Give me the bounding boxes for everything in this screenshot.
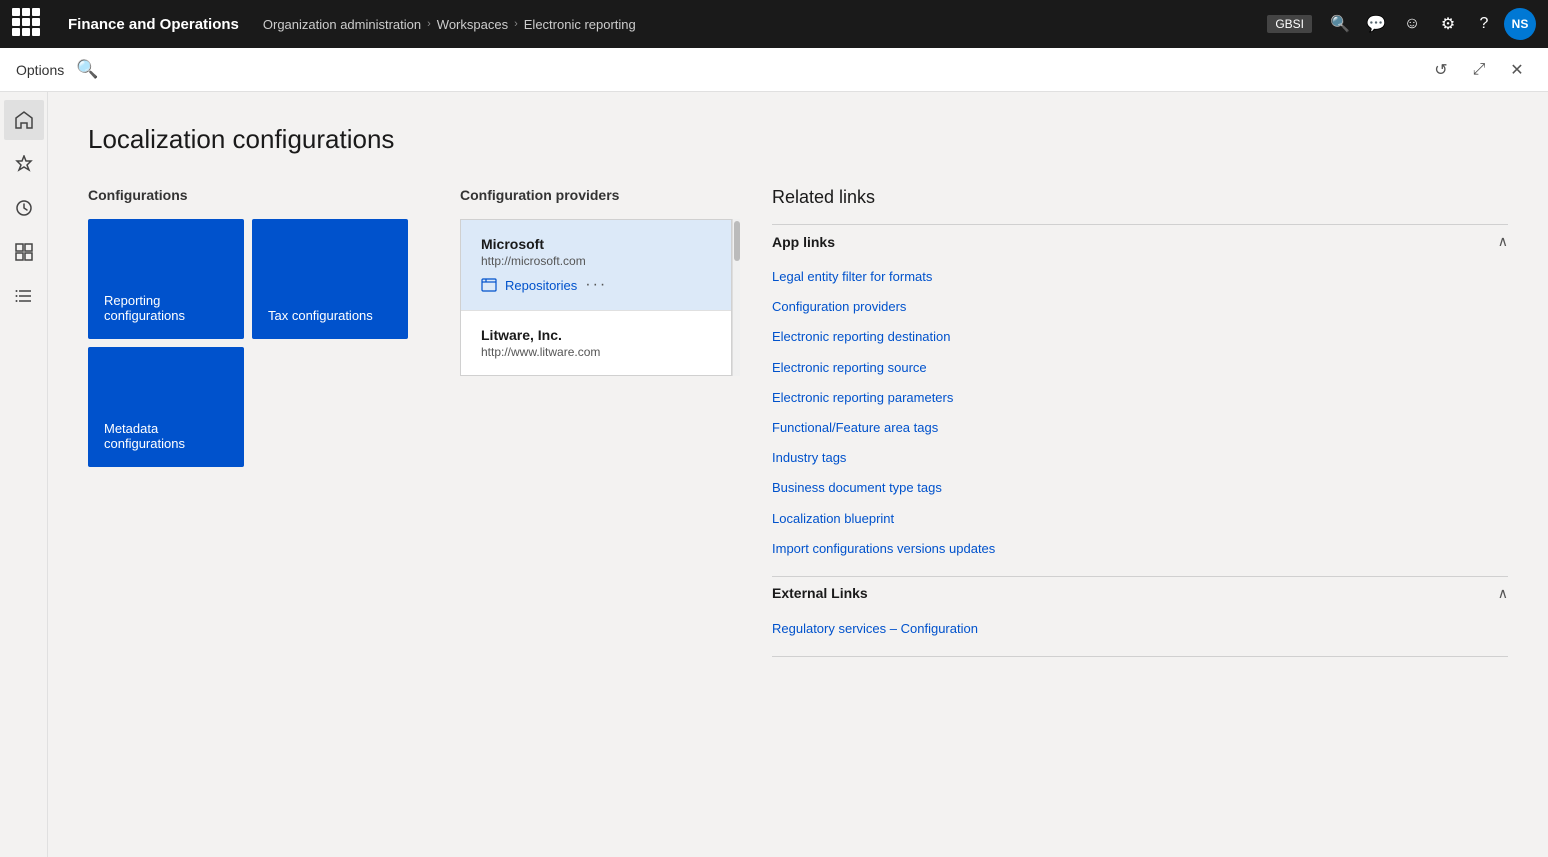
- sidebar-item-home[interactable]: [4, 100, 44, 140]
- external-links-header[interactable]: External Links ∧: [772, 576, 1508, 610]
- breadcrumb: Organization administration › Workspaces…: [263, 17, 1259, 32]
- repositories-link[interactable]: Repositories: [505, 278, 577, 293]
- providers-scrollbar-thumb: [734, 221, 740, 261]
- app-links-section: App links ∧ Legal entity filter for form…: [772, 224, 1508, 568]
- provider-microsoft-url: http://microsoft.com: [481, 254, 711, 268]
- company-badge[interactable]: GBSI: [1267, 15, 1312, 33]
- breadcrumb-org-admin[interactable]: Organization administration: [263, 17, 421, 32]
- tile-reporting[interactable]: Reporting configurations: [88, 219, 244, 339]
- refresh-icon[interactable]: ↺: [1426, 55, 1456, 85]
- provider-microsoft-actions: Repositories ···: [481, 276, 711, 294]
- smiley-icon[interactable]: ☺: [1396, 8, 1428, 40]
- link-localization-blueprint[interactable]: Localization blueprint: [772, 504, 1508, 534]
- breadcrumb-sep-2: ›: [514, 18, 518, 30]
- external-links-divider: [772, 656, 1508, 657]
- main-content: Localization configurations Configuratio…: [48, 92, 1548, 857]
- link-regulatory-services[interactable]: Regulatory services – Configuration: [772, 614, 1508, 644]
- link-er-source[interactable]: Electronic reporting source: [772, 353, 1508, 383]
- provider-litware[interactable]: Litware, Inc. http://www.litware.com: [461, 311, 731, 375]
- expand-icon[interactable]: ⤢: [1464, 55, 1494, 85]
- providers-section: Configuration providers Microsoft http:/…: [460, 187, 740, 376]
- sidebar-item-list[interactable]: [4, 276, 44, 316]
- providers-container: Microsoft http://microsoft.com Repositor…: [460, 219, 740, 376]
- main-layout: Localization configurations Configuratio…: [0, 92, 1548, 857]
- providers-heading: Configuration providers: [460, 187, 740, 203]
- top-bar: Finance and Operations Organization admi…: [0, 0, 1548, 48]
- options-label: Options: [16, 62, 64, 78]
- avatar[interactable]: NS: [1504, 8, 1536, 40]
- link-legal-entity[interactable]: Legal entity filter for formats: [772, 262, 1508, 292]
- link-config-providers[interactable]: Configuration providers: [772, 292, 1508, 322]
- external-links-title: External Links: [772, 585, 868, 601]
- close-icon[interactable]: ✕: [1502, 55, 1532, 85]
- provider-litware-url: http://www.litware.com: [481, 345, 711, 359]
- app-title: Finance and Operations: [52, 16, 255, 33]
- app-grid-icon[interactable]: [12, 8, 44, 40]
- more-options-dots[interactable]: ···: [585, 276, 607, 294]
- app-links-header[interactable]: App links ∧: [772, 224, 1508, 258]
- link-functional-tags[interactable]: Functional/Feature area tags: [772, 413, 1508, 443]
- sidebar-item-recent[interactable]: [4, 188, 44, 228]
- sidebar-item-favorites[interactable]: [4, 144, 44, 184]
- search-icon[interactable]: 🔍: [1324, 8, 1356, 40]
- app-links-title: App links: [772, 234, 835, 250]
- window-controls: ↺ ⤢ ✕: [1426, 55, 1532, 85]
- help-icon[interactable]: ?: [1468, 8, 1500, 40]
- page-title: Localization configurations: [88, 124, 1508, 155]
- app-links-chevron: ∧: [1498, 233, 1508, 250]
- providers-list: Microsoft http://microsoft.com Repositor…: [460, 219, 732, 376]
- tiles-grid: Reporting configurations Tax configurati…: [88, 219, 408, 467]
- external-links-chevron: ∧: [1498, 585, 1508, 602]
- provider-microsoft-name: Microsoft: [481, 236, 711, 252]
- tile-tax[interactable]: Tax configurations: [252, 219, 408, 339]
- options-search-icon[interactable]: 🔍: [76, 59, 98, 80]
- chat-icon[interactable]: 💬: [1360, 8, 1392, 40]
- options-bar: Options 🔍 ↺ ⤢ ✕: [0, 48, 1548, 92]
- app-links-list: Legal entity filter for formats Configur…: [772, 258, 1508, 568]
- link-industry-tags[interactable]: Industry tags: [772, 443, 1508, 473]
- external-links-list: Regulatory services – Configuration: [772, 610, 1508, 648]
- breadcrumb-workspaces[interactable]: Workspaces: [437, 17, 508, 32]
- breadcrumb-sep-1: ›: [427, 18, 431, 30]
- external-links-section: External Links ∧ Regulatory services – C…: [772, 576, 1508, 657]
- breadcrumb-electronic-reporting[interactable]: Electronic reporting: [524, 17, 636, 32]
- related-links-title: Related links: [772, 187, 1508, 208]
- link-er-parameters[interactable]: Electronic reporting parameters: [772, 383, 1508, 413]
- sidebar-item-workspaces[interactable]: [4, 232, 44, 272]
- link-business-doc-tags[interactable]: Business document type tags: [772, 473, 1508, 503]
- link-import-configs[interactable]: Import configurations versions updates: [772, 534, 1508, 564]
- top-bar-actions: GBSI 🔍 💬 ☺ ⚙ ? NS: [1267, 8, 1536, 40]
- sidebar: [0, 92, 48, 857]
- settings-icon[interactable]: ⚙: [1432, 8, 1464, 40]
- provider-microsoft[interactable]: Microsoft http://microsoft.com Repositor…: [461, 220, 731, 311]
- tile-metadata[interactable]: Metadata configurations: [88, 347, 244, 467]
- sections-row: Configurations Reporting configurations …: [88, 187, 1508, 665]
- link-er-destination[interactable]: Electronic reporting destination: [772, 322, 1508, 352]
- configurations-section: Configurations Reporting configurations …: [88, 187, 428, 467]
- providers-scrollbar[interactable]: [732, 219, 740, 376]
- provider-litware-name: Litware, Inc.: [481, 327, 711, 343]
- repo-icon: [481, 278, 497, 292]
- configurations-heading: Configurations: [88, 187, 428, 203]
- related-links-section: Related links App links ∧ Legal entity f…: [772, 187, 1508, 665]
